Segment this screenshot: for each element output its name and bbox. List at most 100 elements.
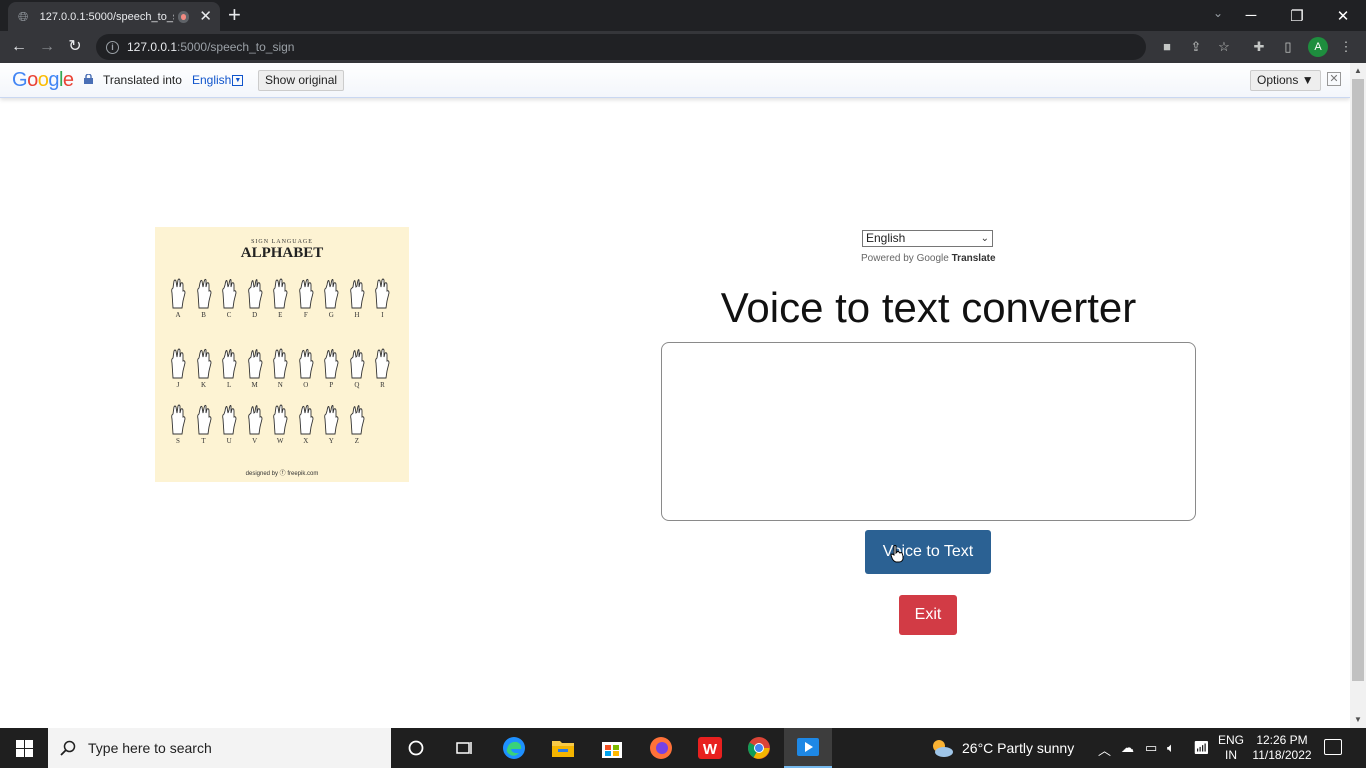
sign-letter-label: G <box>328 311 334 319</box>
hand-sign-icon <box>350 349 365 379</box>
sign-hand-w: W <box>269 403 291 445</box>
language-select[interactable]: English ⌄ <box>862 230 993 247</box>
chrome-icon[interactable] <box>735 728 783 768</box>
weather-widget[interactable]: 26°C Partly sunny <box>930 728 1074 768</box>
hand-sign-icon <box>171 278 186 309</box>
lock-icon <box>84 74 93 84</box>
close-window-icon[interactable]: ✕ <box>1320 0 1366 31</box>
language-select-value: English <box>866 231 906 245</box>
profile-avatar[interactable]: A <box>1308 37 1328 57</box>
task-view-icon[interactable] <box>440 728 488 768</box>
media-app-icon[interactable] <box>784 728 832 768</box>
show-hidden-icons-icon[interactable]: ︿ <box>1098 740 1111 759</box>
sign-hand-u: U <box>218 403 240 445</box>
sign-letter-label: X <box>303 437 309 445</box>
share-icon[interactable]: ⇪ <box>1187 38 1205 56</box>
input-language-indicator[interactable]: ENG IN <box>1218 733 1244 763</box>
file-explorer-icon[interactable] <box>539 728 587 768</box>
translate-link[interactable]: Translate <box>952 253 996 264</box>
hand-sign-icon <box>273 278 288 309</box>
restore-icon[interactable]: ❐ <box>1274 0 1320 31</box>
clock-time: 12:26 PM <box>1256 733 1308 747</box>
new-tab-icon[interactable]: + <box>228 4 241 26</box>
camera-icon[interactable]: ■ <box>1158 38 1176 56</box>
scroll-down-arrow-icon[interactable]: ▼ <box>1350 712 1366 728</box>
close-translate-bar-icon[interactable]: ✕ <box>1327 72 1341 86</box>
url-path: :5000/speech_to_sign <box>177 40 295 54</box>
translate-options-button[interactable]: Options ▼ <box>1250 70 1321 91</box>
microsoft-store-icon[interactable] <box>588 728 636 768</box>
sign-hand-a: A <box>167 277 189 319</box>
input-language-line1: ENG <box>1218 733 1245 747</box>
hand-sign-icon <box>298 278 314 309</box>
tab-strip: 🌐︎ 127.0.0.1:5000/speech_to_sign ✕ + ⌄ ─… <box>0 0 1366 31</box>
extensions-icon[interactable]: ✚ <box>1250 38 1268 56</box>
sign-letter-label: B <box>201 311 206 319</box>
input-language-line2: IN <box>1225 748 1237 762</box>
volume-icon[interactable]: 🔈︎ <box>1167 740 1175 756</box>
sign-hand-m: M <box>244 347 266 389</box>
reload-icon[interactable]: ↻ <box>64 36 86 58</box>
address-bar[interactable]: i 127.0.0.1:5000/speech_to_sign <box>96 34 1146 60</box>
close-tab-icon[interactable]: ✕ <box>199 9 212 24</box>
hand-sign-icon <box>273 404 288 435</box>
dropdown-arrow-icon[interactable]: ▼ <box>232 75 244 87</box>
side-panel-icon[interactable]: ▯ <box>1279 38 1297 56</box>
sign-hand-h: H <box>346 277 368 319</box>
browser-tab[interactable]: 🌐︎ 127.0.0.1:5000/speech_to_sign ✕ <box>8 2 220 31</box>
voice-to-text-button[interactable]: Voice to Text <box>865 530 991 574</box>
transcript-textarea[interactable] <box>661 342 1196 521</box>
wifi-icon[interactable]: 📶︎ <box>1193 740 1210 756</box>
sign-hand-l: L <box>218 347 240 389</box>
recording-icon <box>177 10 190 23</box>
browser-toolbar: ← → ↻ i 127.0.0.1:5000/speech_to_sign ■ … <box>0 31 1366 63</box>
cortana-icon[interactable] <box>392 728 440 768</box>
info-icon[interactable]: i <box>106 40 119 54</box>
edge-icon[interactable] <box>490 728 538 768</box>
hand-sign-icon <box>298 348 314 379</box>
hand-sign-icon <box>222 279 237 309</box>
svg-text:W: W <box>703 741 718 758</box>
exit-button[interactable]: Exit <box>899 595 957 635</box>
search-icon <box>60 740 76 756</box>
sign-hand-d: D <box>244 277 266 319</box>
sign-hand-r: R <box>371 347 393 389</box>
scroll-up-arrow-icon[interactable]: ▲ <box>1350 63 1366 79</box>
onedrive-icon[interactable]: ☁ <box>1121 740 1134 756</box>
google-logo: Google <box>12 69 74 91</box>
menu-icon[interactable]: ⋮ <box>1337 38 1355 56</box>
hand-sign-icon <box>273 348 288 379</box>
system-clock[interactable]: 12:26 PM 11/18/2022 <box>1250 733 1314 763</box>
hand-sign-icon <box>375 278 390 309</box>
minimize-icon[interactable]: ─ <box>1228 0 1274 31</box>
start-button[interactable] <box>0 728 48 768</box>
hand-sign-icon <box>350 405 365 435</box>
battery-icon[interactable]: ▭ <box>1145 740 1157 756</box>
hand-sign-icon <box>324 405 339 435</box>
sign-hand-q: Q <box>346 347 368 389</box>
sign-letter-label: Y <box>328 437 334 445</box>
scroll-thumb[interactable] <box>1352 79 1364 681</box>
weather-text: 26°C Partly sunny <box>962 740 1075 756</box>
translate-language-link[interactable]: English ▼ <box>192 73 244 87</box>
google-small-logo: Google <box>916 253 949 264</box>
star-icon[interactable]: ☆ <box>1215 38 1233 56</box>
hand-sign-icon <box>298 404 314 435</box>
back-icon[interactable]: ← <box>8 36 30 58</box>
hand-sign-icon <box>350 279 365 309</box>
windows-logo-icon <box>15 739 33 757</box>
sign-hand-k: K <box>193 347 215 389</box>
show-original-button[interactable]: Show original <box>258 70 345 91</box>
notification-center-icon[interactable] <box>1324 739 1342 755</box>
page-scrollbar[interactable]: ▲ ▼ <box>1350 63 1366 728</box>
sign-letter-label: F <box>303 311 308 319</box>
tab-search-icon[interactable]: ⌄ <box>1213 6 1223 20</box>
forward-icon[interactable]: → <box>36 36 58 58</box>
taskbar-search-box[interactable]: Type here to search <box>48 728 391 768</box>
hand-sign-icon <box>324 349 339 379</box>
firefox-icon[interactable] <box>637 728 685 768</box>
hand-sign-icon <box>324 279 339 309</box>
page-title: Voice to text converter <box>720 284 1137 331</box>
wps-office-icon[interactable]: W <box>686 728 734 768</box>
sign-hand-s: S <box>167 403 189 445</box>
